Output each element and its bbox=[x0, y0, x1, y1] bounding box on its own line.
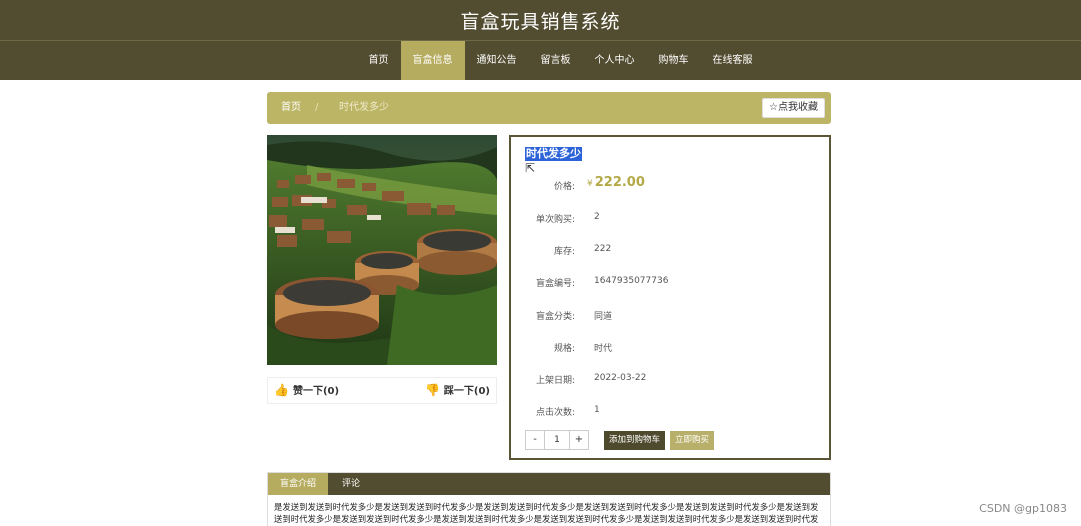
spec-label: 规格: bbox=[553, 344, 575, 354]
detail-tab-panel: 盲盒介绍 评论 是发送到发送到时代发多少是发送到发送到时代发多少是发送到发送到时… bbox=[267, 472, 831, 526]
site-title: 盲盒玩具销售系统 bbox=[460, 11, 621, 33]
dislike-label: 踩一下(0) bbox=[443, 386, 490, 397]
quantity-increment-button[interactable]: + bbox=[570, 431, 588, 449]
csdn-watermark: CSDN @gp1083 bbox=[979, 502, 1067, 515]
box-category-label: 盲盒分类: bbox=[535, 312, 575, 322]
thumbs-up-icon: 👍 bbox=[274, 383, 289, 397]
product-name: 时代发多少 bbox=[525, 147, 582, 161]
nav-item-message-board[interactable]: 留言板 bbox=[529, 41, 583, 80]
nav-item-notices[interactable]: 通知公告 bbox=[465, 41, 529, 80]
spec-value: 时代 bbox=[594, 344, 613, 354]
nav-item-home[interactable]: 首页 bbox=[357, 41, 401, 80]
price-amount: 222.00 bbox=[594, 175, 645, 190]
introduction-text: 是发送到发送到时代发多少是发送到发送到时代发多少是发送到发送到时代发多少是发送到… bbox=[274, 502, 819, 524]
box-category-value: 同道 bbox=[594, 312, 613, 322]
favorite-button[interactable]: ☆点我收藏 bbox=[762, 98, 825, 118]
box-number-value: 1647935077736 bbox=[594, 276, 669, 286]
dislike-button[interactable]: 👎 踩一下(0) bbox=[425, 378, 490, 404]
tab-comments[interactable]: 评论 bbox=[330, 473, 372, 495]
tab-introduction[interactable]: 盲盒介绍 bbox=[268, 473, 329, 495]
main-nav: 首页 盲盒信息 通知公告 留言板 个人中心 购物车 在线客服 bbox=[0, 41, 1081, 80]
like-label: 赞一下(0) bbox=[292, 386, 340, 397]
currency-symbol: ¥ bbox=[587, 179, 593, 189]
buy-now-button[interactable]: 立即购买 bbox=[670, 431, 715, 450]
product-image bbox=[267, 135, 497, 365]
tab-bar: 盲盒介绍 评论 bbox=[268, 473, 830, 495]
quantity-stepper: - 1 + bbox=[525, 430, 589, 450]
box-number-label: 盲盒编号: bbox=[535, 279, 575, 289]
nav-item-online-service[interactable]: 在线客服 bbox=[701, 41, 765, 80]
top-header: 盲盒玩具销售系统 首页 盲盒信息 通知公告 留言板 个人中心 购物车 在线客服 bbox=[0, 0, 1081, 80]
breadcrumb: 首页 / 时代发多少 ☆点我收藏 bbox=[267, 92, 831, 124]
listing-date-label: 上架日期: bbox=[535, 376, 575, 386]
nav-item-blindbox-info[interactable]: 盲盒信息 bbox=[400, 41, 465, 80]
breadcrumb-current: 时代发多少 bbox=[339, 102, 389, 113]
stock-label: 库存: bbox=[553, 247, 575, 257]
breadcrumb-home-link[interactable]: 首页 bbox=[281, 92, 301, 124]
price-label: 价格: bbox=[553, 182, 575, 192]
tulou-landscape-image bbox=[267, 135, 497, 365]
like-button[interactable]: 👍 赞一下(0) bbox=[274, 378, 339, 404]
nav-item-cart[interactable]: 购物车 bbox=[647, 41, 701, 80]
click-count-label: 点击次数: bbox=[535, 408, 575, 418]
stock-value: 222 bbox=[594, 244, 612, 254]
quantity-decrement-button[interactable]: - bbox=[526, 431, 544, 449]
mouse-cursor-icon: ⇱ bbox=[525, 161, 536, 175]
listing-date-value: 2022-03-22 bbox=[594, 373, 647, 383]
single-purchase-value: 2 bbox=[594, 212, 600, 222]
price-value: ¥222.00 bbox=[587, 175, 645, 190]
quantity-input[interactable]: 1 bbox=[544, 431, 570, 449]
product-info-panel: 时代发多少 ⇱ 价格: ¥222.00 单次购买: 2 库存: 222 盲盒编号… bbox=[509, 135, 831, 460]
single-purchase-label: 单次购买: bbox=[535, 215, 575, 225]
add-to-cart-button[interactable]: 添加到购物车 bbox=[604, 431, 666, 450]
vote-row: 👍 赞一下(0) 👎 踩一下(0) bbox=[267, 377, 497, 404]
breadcrumb-separator: / bbox=[315, 102, 319, 113]
thumbs-down-icon: 👎 bbox=[424, 383, 440, 397]
click-count-value: 1 bbox=[594, 405, 600, 415]
nav-item-personal-center[interactable]: 个人中心 bbox=[583, 41, 647, 80]
